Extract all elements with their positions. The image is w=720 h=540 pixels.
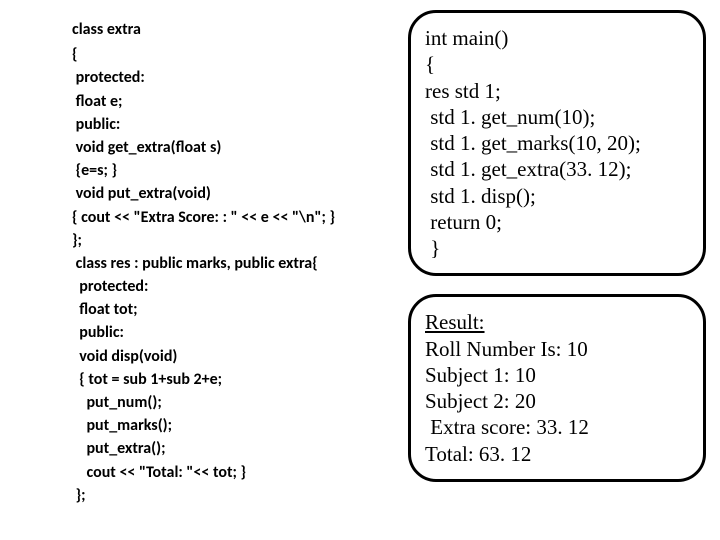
- code-line: protected:: [72, 66, 402, 89]
- main-function-panel: int main() { res std 1; std 1. get_num(1…: [408, 10, 706, 276]
- code-line: put_num();: [72, 391, 402, 414]
- code-line: public:: [72, 113, 402, 136]
- code-line: }: [425, 235, 689, 261]
- code-line: {: [425, 51, 689, 77]
- code-line: put_marks();: [72, 414, 402, 437]
- class-code-block: class extra { protected: float e; public…: [72, 18, 402, 507]
- code-line: protected:: [72, 275, 402, 298]
- result-line: Extra score: 33. 12: [425, 414, 689, 440]
- code-line: std 1. get_extra(33. 12);: [425, 156, 689, 182]
- code-line: {e=s; }: [72, 159, 402, 182]
- result-line: Subject 2: 20: [425, 388, 689, 414]
- code-line: put_extra();: [72, 437, 402, 460]
- code-line: class extra: [72, 18, 402, 41]
- code-line: };: [72, 484, 402, 507]
- result-line: Roll Number Is: 10: [425, 336, 689, 362]
- code-line: std 1. get_marks(10, 20);: [425, 130, 689, 156]
- code-line: cout << "Total: "<< tot; }: [72, 461, 402, 484]
- code-line: int main(): [425, 25, 689, 51]
- result-line: Subject 1: 10: [425, 362, 689, 388]
- code-line: res std 1;: [425, 78, 689, 104]
- code-line: };: [72, 229, 402, 252]
- code-line: { cout << "Extra Score: : " << e << "\n"…: [72, 206, 402, 229]
- result-header: Result:: [425, 309, 689, 335]
- code-line: void get_extra(float s): [72, 136, 402, 159]
- code-line: std 1. get_num(10);: [425, 104, 689, 130]
- code-line: { tot = sub 1+sub 2+e;: [72, 368, 402, 391]
- code-line: void put_extra(void): [72, 182, 402, 205]
- result-output-panel: Result: Roll Number Is: 10 Subject 1: 10…: [408, 294, 706, 482]
- code-line: {: [72, 43, 402, 66]
- code-line: class res : public marks, public extra{: [72, 252, 402, 275]
- right-panels: int main() { res std 1; std 1. get_num(1…: [408, 10, 706, 500]
- code-line: void disp(void): [72, 345, 402, 368]
- code-line: return 0;: [425, 209, 689, 235]
- code-line: public:: [72, 321, 402, 344]
- code-line: std 1. disp();: [425, 183, 689, 209]
- code-line: float tot;: [72, 298, 402, 321]
- result-line: Total: 63. 12: [425, 441, 689, 467]
- code-line: float e;: [72, 90, 402, 113]
